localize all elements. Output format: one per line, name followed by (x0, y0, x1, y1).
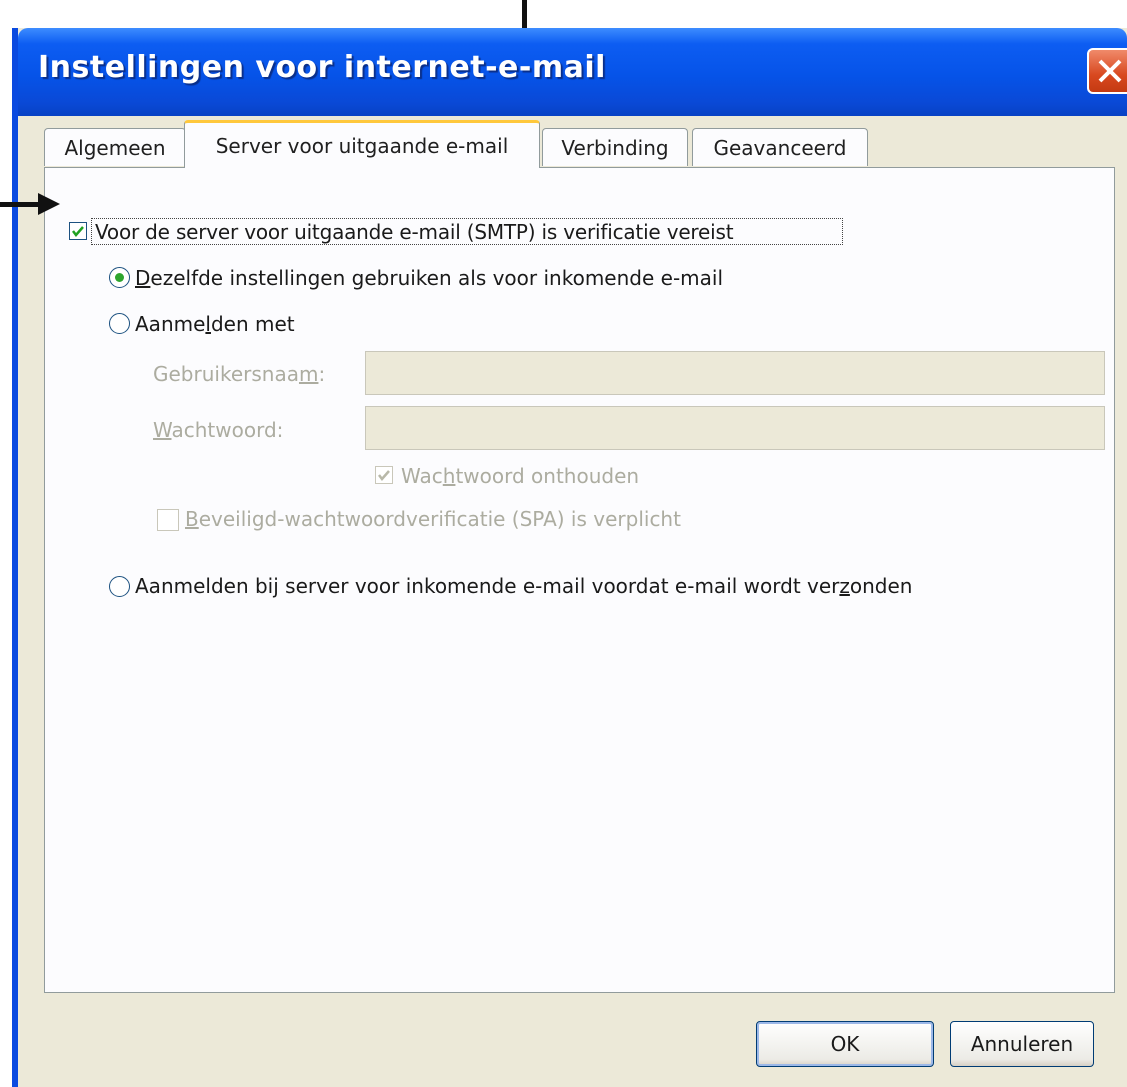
spa-checkbox[interactable] (157, 509, 179, 531)
same-settings-radio[interactable] (109, 267, 130, 288)
tab-label: Algemeen (64, 135, 166, 160)
username-field[interactable] (365, 351, 1105, 395)
cancel-button-label: Annuleren (970, 1032, 1074, 1056)
close-button[interactable] (1087, 48, 1127, 94)
tab-label: Verbinding (561, 135, 669, 160)
radio-selected-dot (115, 273, 124, 282)
password-label: Wachtwoord: (153, 418, 284, 442)
login-incoming-first-radio[interactable] (109, 576, 130, 597)
title-bar[interactable]: Instellingen voor internet-e-mail (18, 28, 1127, 116)
login-incoming-first-label[interactable]: Aanmelden bij server voor inkomende e-ma… (135, 574, 912, 598)
tab-label: Server voor uitgaande e-mail (215, 133, 509, 158)
tab-advanced[interactable]: Geavanceerd (692, 128, 868, 166)
dialog-window: Instellingen voor internet-e-mail Algeme… (12, 28, 1127, 1087)
window-title: Instellingen voor internet-e-mail (38, 50, 606, 85)
tab-outgoing-server[interactable]: Server voor uitgaande e-mail (184, 120, 540, 168)
spa-label[interactable]: Beveiligd-wachtwoordverificatie (SPA) is… (185, 507, 681, 531)
smtp-auth-label[interactable]: Voor de server voor uitgaande e-mail (SM… (95, 220, 734, 244)
close-icon (1098, 59, 1122, 83)
tab-label: Geavanceerd (713, 135, 847, 160)
checkmark-icon (72, 226, 84, 237)
login-with-radio[interactable] (109, 313, 130, 334)
remember-password-label[interactable]: Wachtwoord onthouden (401, 464, 639, 488)
tab-general[interactable]: Algemeen (44, 128, 186, 166)
checkmark-icon (378, 470, 390, 481)
smtp-auth-checkbox[interactable] (69, 222, 87, 240)
arrow-right-icon (38, 193, 60, 215)
tab-connection[interactable]: Verbinding (542, 128, 688, 166)
ok-button-label: OK (830, 1032, 860, 1056)
cancel-button[interactable]: Annuleren (950, 1021, 1094, 1067)
username-label: Gebruikersnaam: (153, 362, 326, 386)
remember-password-checkbox[interactable] (375, 466, 393, 484)
same-settings-label[interactable]: Dezelfde instellingen gebruiken als voor… (135, 266, 723, 290)
password-field[interactable] (365, 406, 1105, 450)
login-with-label[interactable]: Aanmelden met (135, 312, 295, 336)
tab-panel: Voor de server voor uitgaande e-mail (SM… (44, 167, 1115, 993)
ok-button[interactable]: OK (756, 1021, 934, 1067)
